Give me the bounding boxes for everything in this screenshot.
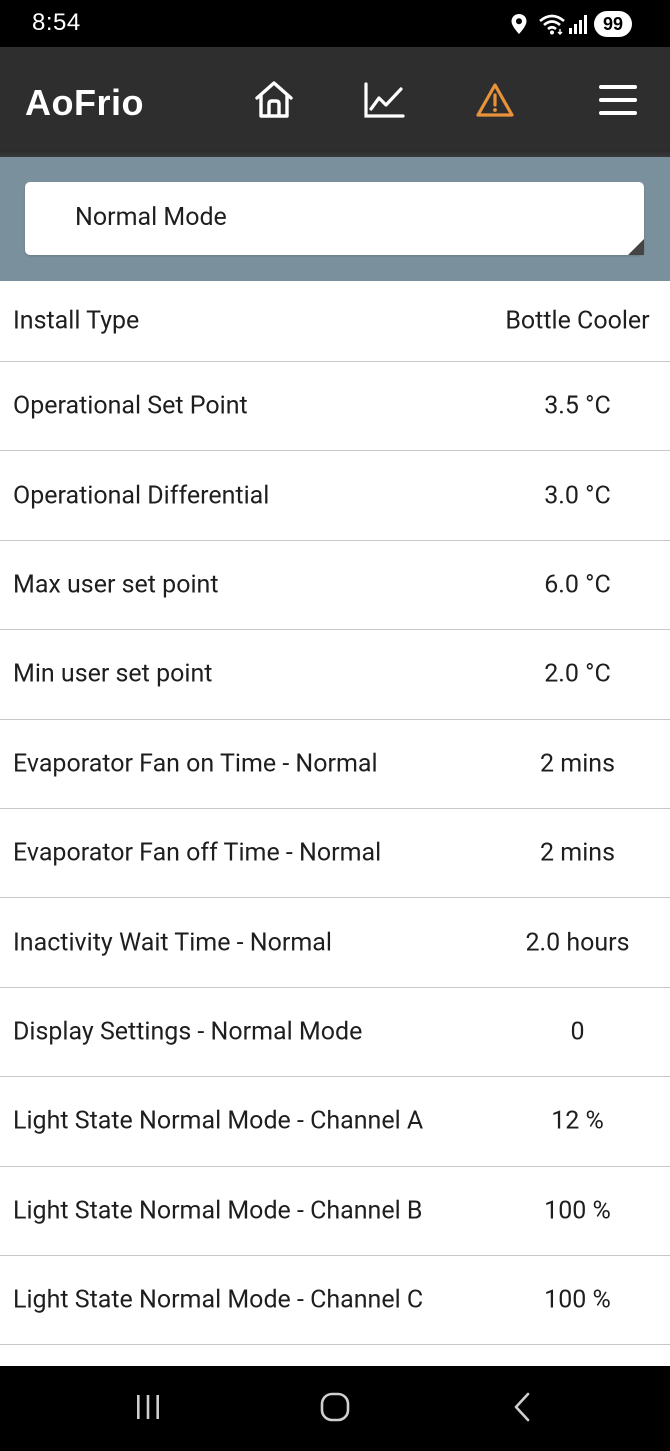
setting-label: Install Type [13, 306, 140, 336]
chart-button[interactable] [362, 80, 406, 124]
setting-value: 12 % [551, 1106, 604, 1136]
setting-value: 6.0 °C [544, 570, 611, 600]
setting-label: Operational Set Point [13, 391, 248, 421]
setting-row[interactable]: Light State Normal Mode - Channel B 100 … [0, 1167, 670, 1256]
setting-label: Evaporator Fan on Time - Normal [13, 749, 378, 779]
setting-row[interactable]: Install Type Bottle Cooler [0, 281, 670, 362]
recent-apps-button[interactable] [130, 1394, 166, 1424]
setting-label: Min user set point [13, 659, 213, 689]
alert-icon [475, 82, 515, 122]
app-header: AoFrio [0, 47, 670, 157]
setting-row[interactable]: Light State Normal Mode - Channel A 12 % [0, 1077, 670, 1167]
setting-value: 2.0 °C [544, 659, 611, 689]
setting-label: Max user set point [13, 570, 219, 600]
setting-row[interactable]: Max user set point 6.0 °C [0, 541, 670, 631]
setting-label: Inactivity Wait Time - Normal [13, 928, 332, 958]
setting-value: 100 % [544, 1285, 611, 1315]
setting-label: Light State Normal Mode - Channel B [13, 1196, 423, 1226]
setting-label: Light State Normal Mode - Channel A [13, 1106, 424, 1136]
signal-icon [568, 13, 588, 35]
setting-row[interactable]: Inactivity Wait Time - Normal 2.0 hours [0, 898, 670, 988]
setting-row[interactable]: Operational Differential 3.0 °C [0, 451, 670, 541]
settings-list: Install Type Bottle Cooler Operational S… [0, 281, 670, 1346]
setting-row[interactable]: Min user set point 2.0 °C [0, 630, 670, 720]
setting-label: Display Settings - Normal Mode [13, 1017, 363, 1047]
setting-label: Evaporator Fan off Time - Normal [13, 838, 382, 868]
home-nav-button[interactable] [318, 1392, 352, 1426]
setting-label: Operational Differential [13, 481, 270, 511]
setting-value: 2 mins [540, 749, 615, 779]
menu-button[interactable] [596, 80, 640, 124]
back-icon [512, 1392, 532, 1426]
wifi-icon [538, 13, 566, 35]
battery-indicator: 99 [594, 11, 632, 37]
setting-row[interactable]: Operational Set Point 3.5 °C [0, 362, 670, 452]
chart-icon [363, 81, 405, 123]
setting-value: 2 mins [540, 838, 615, 868]
alert-button[interactable] [473, 80, 517, 124]
setting-value: 0 [570, 1017, 585, 1047]
menu-icon [598, 83, 638, 121]
setting-value: 3.5 °C [544, 391, 611, 421]
setting-row[interactable]: Light State Normal Mode - Channel C 100 … [0, 1256, 670, 1346]
setting-value: Bottle Cooler [505, 306, 650, 336]
mode-selector-area: Normal Mode [0, 157, 670, 281]
recent-apps-icon [133, 1394, 163, 1424]
setting-value: 100 % [544, 1196, 611, 1226]
status-icons: 99 [510, 9, 632, 39]
mode-select[interactable]: Normal Mode [25, 182, 644, 255]
aofrio-logo[interactable]: AoFrio [25, 83, 144, 123]
setting-label: Light State Normal Mode - Channel C [13, 1285, 424, 1315]
resize-handle-icon [628, 239, 644, 255]
status-bar: 8:54 99 [0, 0, 670, 47]
back-button[interactable] [510, 1392, 534, 1426]
setting-row[interactable]: Display Settings - Normal Mode 0 [0, 988, 670, 1078]
location-icon [510, 13, 528, 35]
setting-value: 2.0 hours [525, 928, 630, 958]
setting-value: 3.0 °C [544, 481, 611, 511]
system-nav-bar [0, 1366, 670, 1451]
home-button-icon [320, 1392, 350, 1426]
mode-select-value: Normal Mode [75, 203, 227, 232]
status-time: 8:54 [32, 9, 81, 36]
home-button[interactable] [252, 80, 296, 124]
home-icon [253, 79, 295, 125]
setting-row[interactable]: Evaporator Fan on Time - Normal 2 mins [0, 720, 670, 809]
setting-row[interactable]: Evaporator Fan off Time - Normal 2 mins [0, 809, 670, 899]
